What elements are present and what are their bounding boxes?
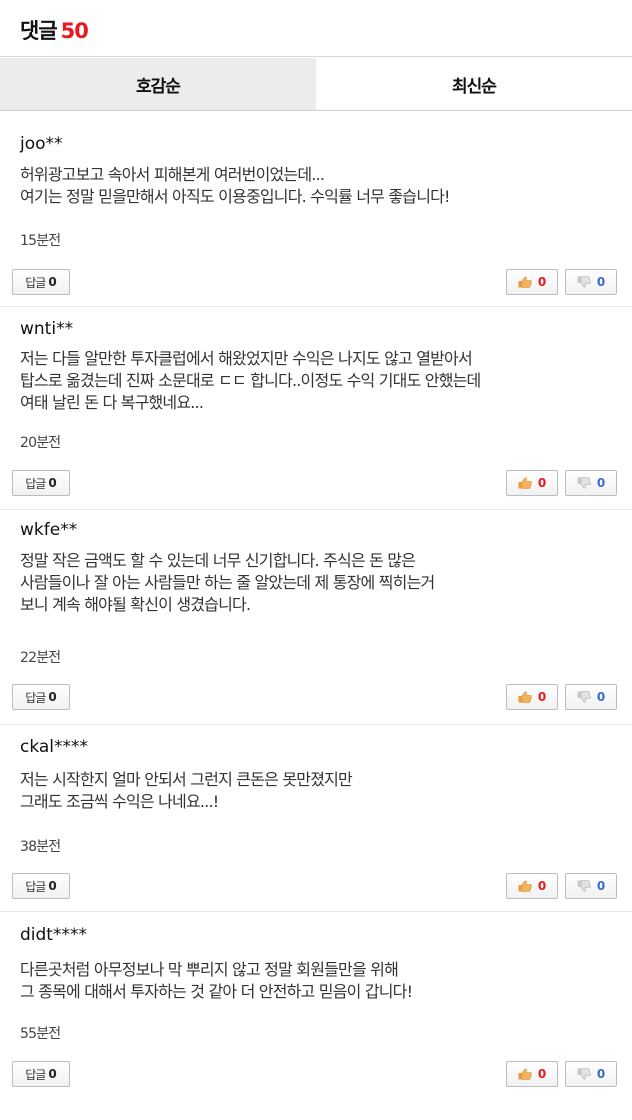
thumbs-up-icon: [518, 477, 532, 489]
like-button[interactable]: 0: [506, 873, 558, 899]
comment-item: didt**** 다른곳처럼 아무정보나 막 뿌리지 않고 정말 회원들만을 위…: [0, 912, 632, 1120]
comment-time: 20분전: [20, 435, 61, 451]
like-count: 0: [537, 879, 547, 893]
thumbs-down-icon: [577, 880, 591, 892]
dislike-count: 0: [596, 690, 606, 704]
like-count: 0: [537, 476, 547, 490]
tab-latest[interactable]: 최신순: [316, 58, 632, 110]
comments-title: 댓글 50: [20, 15, 89, 45]
reply-button[interactable]: 답글 0: [12, 470, 70, 496]
comment-body: 정말 작은 금액도 할 수 있는데 너무 신기합니다. 주식은 돈 많은 사람들…: [20, 550, 620, 616]
reply-button[interactable]: 답글 0: [12, 684, 70, 710]
comment-line: 탑스로 옮겼는데 진짜 소문대로 ㄷㄷ 합니다..이정도 수익 기대도 안했는데: [20, 371, 481, 390]
dislike-count: 0: [596, 879, 606, 893]
reply-label: 답글: [25, 476, 46, 491]
comment-line: 저는 다들 알만한 투자클럽에서 해왔었지만 수익은 나지도 않고 열받아서: [20, 349, 473, 368]
comment-item: ckal**** 저는 시작한지 얼마 안되서 그런지 큰돈은 못만졌지만 그래…: [0, 725, 632, 912]
reply-button[interactable]: 답글 0: [12, 269, 70, 295]
comment-time: 55분전: [20, 1026, 61, 1042]
comment-body: 저는 다들 알만한 투자클럽에서 해왔었지만 수익은 나지도 않고 열받아서 탑…: [20, 348, 620, 414]
reply-label: 답글: [25, 879, 46, 894]
comment-count: 50: [60, 19, 89, 43]
thumbs-down-icon: [577, 477, 591, 489]
comment-line: 여태 날린 돈 다 복구했네요...: [20, 393, 204, 412]
comment-line: 보니 계속 해야될 확신이 생겼습니다.: [20, 595, 251, 614]
dislike-count: 0: [596, 1067, 606, 1081]
comment-username: didt****: [20, 925, 87, 945]
comment-body: 저는 시작한지 얼마 안되서 그런지 큰돈은 못만졌지만 그래도 조금씩 수익은…: [20, 769, 620, 813]
comment-username: wnti**: [20, 319, 74, 339]
comment-line: 저는 시작한지 얼마 안되서 그런지 큰돈은 못만졌지만: [20, 770, 353, 789]
comment-line: 그래도 조금씩 수익은 나네요...!: [20, 792, 219, 811]
comment-time: 15분전: [20, 233, 61, 249]
sort-tabs: 호감순 최신순: [0, 58, 632, 111]
reply-count: 0: [48, 476, 57, 490]
dislike-count: 0: [596, 476, 606, 490]
reply-label: 답글: [25, 275, 46, 290]
dislike-button[interactable]: 0: [565, 1061, 617, 1087]
like-button[interactable]: 0: [506, 684, 558, 710]
comment-line: 여기는 정말 믿을만해서 아직도 이용중입니다. 수익률 너무 좋습니다!: [20, 187, 450, 206]
like-count: 0: [537, 1067, 547, 1081]
comments-header: 댓글 50: [0, 0, 632, 57]
dislike-button[interactable]: 0: [565, 684, 617, 710]
reply-count: 0: [48, 1067, 57, 1081]
comment-line: 허위광고보고 속아서 피해본게 여러번이었는데...: [20, 165, 325, 184]
reply-count: 0: [48, 275, 57, 289]
thumbs-down-icon: [577, 1068, 591, 1080]
comment-body: 허위광고보고 속아서 피해본게 여러번이었는데... 여기는 정말 믿을만해서 …: [20, 164, 620, 208]
thumbs-up-icon: [518, 276, 532, 288]
dislike-button[interactable]: 0: [565, 470, 617, 496]
comment-line: 사람들이나 잘 아는 사람들만 하는 줄 알았는데 제 통장에 찍히는거: [20, 573, 435, 592]
comment-item: wnti** 저는 다들 알만한 투자클럽에서 해왔었지만 수익은 나지도 않고…: [0, 307, 632, 510]
reply-button[interactable]: 답글 0: [12, 873, 70, 899]
comment-item: wkfe** 정말 작은 금액도 할 수 있는데 너무 신기합니다. 주식은 돈…: [0, 510, 632, 725]
comment-username: ckal****: [20, 737, 89, 757]
comment-item: joo** 허위광고보고 속아서 피해본게 여러번이었는데... 여기는 정말 …: [0, 112, 632, 307]
comment-line: 그 종목에 대해서 투자하는 것 같아 더 안전하고 믿음이 갑니다!: [20, 982, 413, 1001]
dislike-count: 0: [596, 275, 606, 289]
reply-button[interactable]: 답글 0: [12, 1061, 70, 1087]
like-button[interactable]: 0: [506, 269, 558, 295]
like-count: 0: [537, 690, 547, 704]
dislike-button[interactable]: 0: [565, 269, 617, 295]
comment-username: wkfe**: [20, 520, 78, 540]
thumbs-up-icon: [518, 691, 532, 703]
comment-body: 다른곳처럼 아무정보나 막 뿌리지 않고 정말 회원들만을 위해 그 종목에 대…: [20, 959, 620, 1003]
like-button[interactable]: 0: [506, 470, 558, 496]
reply-count: 0: [48, 690, 57, 704]
tab-popular[interactable]: 호감순: [0, 58, 316, 110]
comments-title-label: 댓글: [20, 19, 58, 43]
comment-time: 22분전: [20, 650, 61, 666]
thumbs-up-icon: [518, 880, 532, 892]
reply-count: 0: [48, 879, 57, 893]
like-count: 0: [537, 275, 547, 289]
thumbs-down-icon: [577, 691, 591, 703]
reply-label: 답글: [25, 1067, 46, 1082]
thumbs-up-icon: [518, 1068, 532, 1080]
comment-username: joo**: [20, 134, 63, 154]
like-button[interactable]: 0: [506, 1061, 558, 1087]
comment-line: 다른곳처럼 아무정보나 막 뿌리지 않고 정말 회원들만을 위해: [20, 960, 399, 979]
comment-line: 정말 작은 금액도 할 수 있는데 너무 신기합니다. 주식은 돈 많은: [20, 551, 416, 570]
dislike-button[interactable]: 0: [565, 873, 617, 899]
comment-time: 38분전: [20, 839, 61, 855]
thumbs-down-icon: [577, 276, 591, 288]
reply-label: 답글: [25, 690, 46, 705]
